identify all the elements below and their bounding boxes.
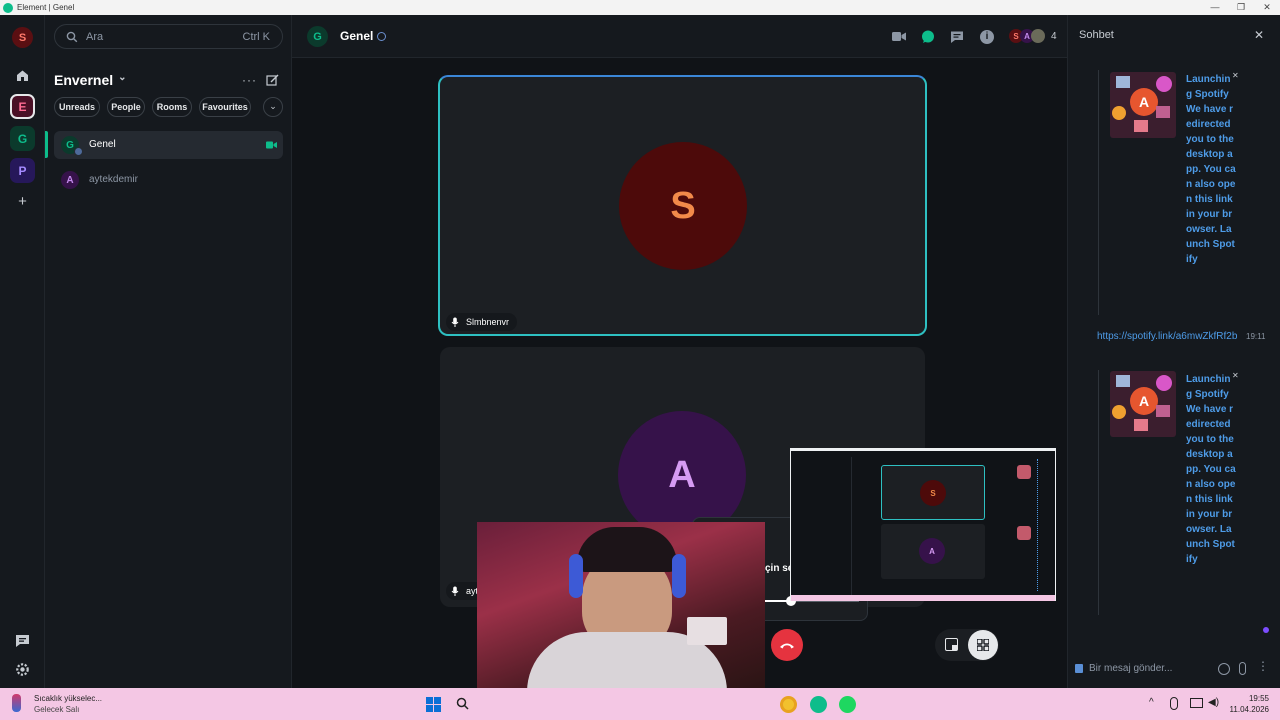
spotlight-layout-icon[interactable] bbox=[945, 638, 958, 651]
preview-avatar: A bbox=[1130, 88, 1158, 116]
microphone-icon bbox=[451, 317, 459, 327]
user-avatar[interactable]: S bbox=[12, 27, 33, 48]
member-count: 4 bbox=[1051, 30, 1057, 42]
filter-unreads[interactable]: Unreads bbox=[54, 97, 100, 117]
video-call-active-icon bbox=[266, 141, 277, 149]
weather-title[interactable]: Sıcaklık yükselec... bbox=[34, 694, 102, 703]
windows-start-icon[interactable] bbox=[426, 697, 441, 712]
spotify-preview-image[interactable]: A bbox=[1110, 72, 1176, 138]
read-receipt-avatar bbox=[1263, 627, 1269, 633]
filter-rooms[interactable]: Rooms bbox=[152, 97, 192, 117]
video-call-icon[interactable] bbox=[892, 31, 906, 42]
chat-right-panel: Sohbet ✕ A Launching Spotify We have red… bbox=[1067, 15, 1280, 688]
room-item-aytekdemir[interactable]: A aytekdemir bbox=[54, 166, 283, 194]
participant-tile-active[interactable]: S Slmbnenvr bbox=[438, 75, 927, 336]
threads-header-icon[interactable] bbox=[950, 30, 964, 44]
element-app-icon[interactable] bbox=[810, 696, 827, 713]
search-icon bbox=[66, 31, 78, 42]
screen-share-preview[interactable]: S A bbox=[790, 448, 1056, 601]
quote-border bbox=[1098, 70, 1099, 315]
search-input[interactable]: Ara Ctrl K bbox=[54, 24, 283, 49]
filter-people[interactable]: People bbox=[107, 97, 145, 117]
room-info-icon[interactable]: i bbox=[980, 30, 994, 44]
taskbar-search-icon[interactable] bbox=[456, 697, 469, 710]
call-view: G Genel i S A 4 S Slmbnenvr A ayt çin S … bbox=[292, 15, 1067, 692]
chat-active-icon[interactable] bbox=[921, 30, 935, 44]
quote-border bbox=[1098, 370, 1099, 615]
room-title[interactable]: Genel bbox=[340, 29, 373, 43]
chevron-down-icon: ⌄ bbox=[118, 71, 127, 83]
attachment-icon[interactable] bbox=[1239, 662, 1246, 675]
member-facepile[interactable]: S A 4 bbox=[1009, 29, 1057, 43]
room-options-button[interactable]: ··· bbox=[242, 73, 257, 87]
windows-taskbar: Sıcaklık yükselec... Gelecek Salı ^ ◀) 1… bbox=[0, 688, 1280, 720]
weather-subtitle: Gelecek Salı bbox=[34, 705, 80, 714]
panel-title: Sohbet bbox=[1079, 29, 1114, 41]
clock-date[interactable]: 11.04.2026 bbox=[1222, 705, 1269, 714]
chrome-app-icon[interactable] bbox=[780, 696, 797, 713]
weather-thermometer-icon bbox=[12, 694, 21, 712]
space-p[interactable]: P bbox=[10, 158, 35, 183]
dismiss-preview-icon[interactable]: ✕ bbox=[1232, 371, 1239, 380]
member-photo-avatar bbox=[1031, 29, 1045, 43]
microphone-tray-icon[interactable] bbox=[1170, 697, 1178, 710]
close-window-button[interactable]: ✕ bbox=[1254, 0, 1280, 15]
layout-switcher bbox=[935, 629, 999, 661]
home-icon[interactable] bbox=[14, 67, 31, 84]
dismiss-preview-icon[interactable]: ✕ bbox=[1232, 71, 1239, 80]
element-logo-icon bbox=[3, 2, 13, 13]
space-rail: S E G P + bbox=[0, 15, 45, 688]
room-name: Genel bbox=[89, 139, 116, 150]
spotify-preview-image[interactable]: A bbox=[1110, 371, 1176, 437]
participant-avatar: S bbox=[619, 142, 747, 270]
public-room-globe-icon bbox=[74, 147, 83, 156]
room-item-genel[interactable]: G Genel bbox=[54, 131, 283, 159]
room-list-panel: Ara Ctrl K Envernel ⌄ ··· Unreads People… bbox=[45, 15, 292, 688]
tray-overflow-chevron-icon[interactable]: ^ bbox=[1149, 697, 1154, 708]
room-name: aytekdemir bbox=[89, 174, 138, 185]
selected-room-indicator bbox=[45, 131, 48, 158]
filter-more-chevron-icon[interactable]: ⌄ bbox=[263, 97, 283, 117]
preview-avatar: A bbox=[1130, 387, 1158, 415]
add-space-button[interactable]: + bbox=[14, 193, 31, 210]
microphone-icon bbox=[451, 586, 459, 596]
settings-gear-icon[interactable] bbox=[14, 661, 31, 678]
filter-favourites[interactable]: Favourites bbox=[199, 97, 251, 117]
clock-time[interactable]: 19:55 bbox=[1229, 694, 1269, 703]
network-icon[interactable] bbox=[1190, 698, 1203, 708]
window-title: Element | Genel bbox=[17, 3, 75, 12]
room-avatar: A bbox=[61, 171, 79, 189]
message-composer[interactable]: Bir mesaj gönder... ⋮ bbox=[1068, 655, 1280, 685]
search-shortcut: Ctrl K bbox=[242, 30, 271, 43]
room-header-avatar[interactable]: G bbox=[307, 26, 328, 47]
room-header: G Genel i S A 4 bbox=[292, 15, 1067, 58]
encryption-shield-icon bbox=[1075, 664, 1083, 673]
participant-name-label: Slmbnenvr bbox=[446, 313, 518, 331]
threads-icon[interactable] bbox=[14, 632, 31, 649]
hangup-button[interactable] bbox=[771, 629, 803, 661]
link-preview-text[interactable]: Launching Spotify We have redirected you… bbox=[1186, 72, 1236, 267]
hangup-phone-icon bbox=[780, 643, 794, 649]
webcam-overlay bbox=[477, 522, 765, 692]
spotify-app-icon[interactable] bbox=[839, 696, 856, 713]
volume-icon[interactable]: ◀) bbox=[1208, 697, 1219, 708]
more-options-icon[interactable]: ⋮ bbox=[1257, 659, 1270, 673]
spotify-link[interactable]: https://spotify.link/a6mwZkfRf2b bbox=[1097, 330, 1239, 344]
emoji-icon[interactable] bbox=[1218, 663, 1230, 675]
link-preview-text[interactable]: Launching Spotify We have redirected you… bbox=[1186, 372, 1236, 567]
space-g[interactable]: G bbox=[10, 126, 35, 151]
space-envernel[interactable]: E bbox=[10, 94, 35, 119]
grid-layout-button[interactable] bbox=[968, 630, 998, 660]
grid-layout-icon bbox=[977, 639, 989, 651]
search-placeholder: Ara bbox=[86, 30, 104, 43]
compose-icon[interactable] bbox=[266, 74, 279, 87]
public-globe-icon bbox=[377, 32, 386, 41]
composer-placeholder: Bir mesaj gönder... bbox=[1089, 663, 1173, 674]
minimize-button[interactable]: — bbox=[1202, 0, 1228, 15]
close-panel-icon[interactable]: ✕ bbox=[1254, 28, 1264, 42]
message-timestamp: 19:11 bbox=[1246, 332, 1266, 341]
window-titlebar: Element | Genel — ❐ ✕ bbox=[0, 0, 1280, 15]
space-name-header[interactable]: Envernel ⌄ bbox=[54, 71, 127, 89]
maximize-button[interactable]: ❐ bbox=[1228, 0, 1254, 15]
